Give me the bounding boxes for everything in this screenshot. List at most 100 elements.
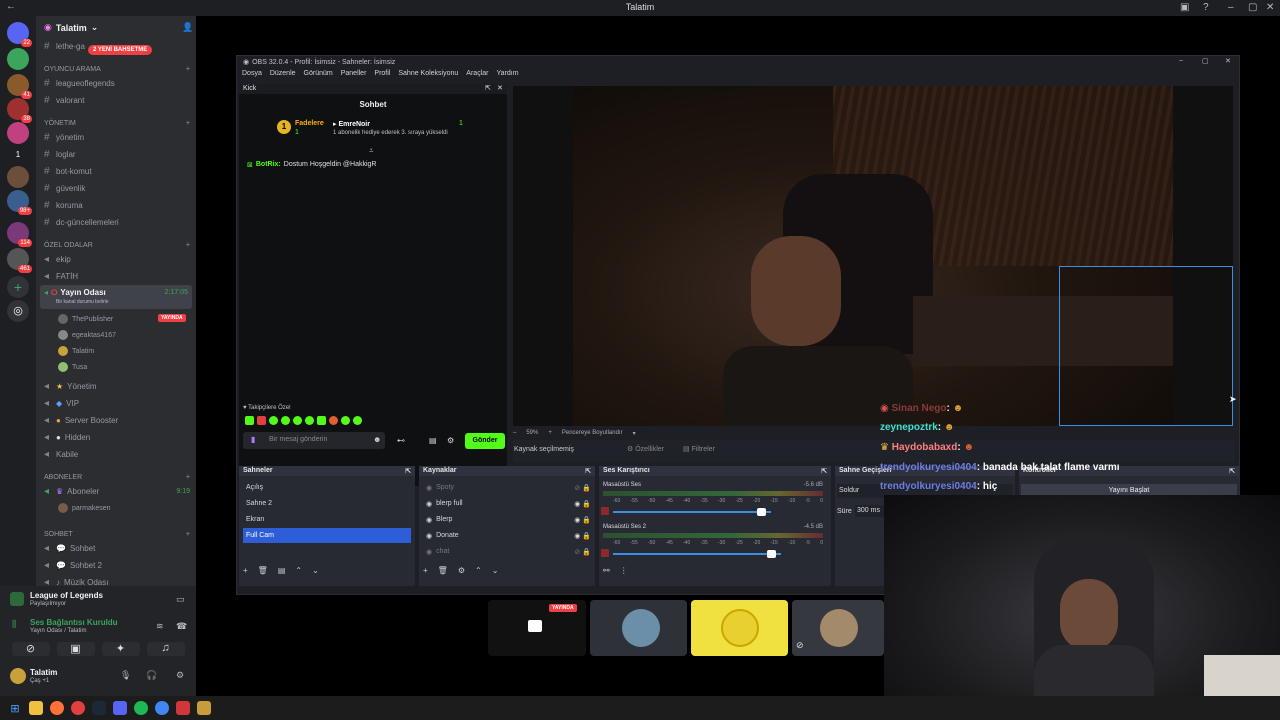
pinned-user[interactable]: ▸ EmreNoir	[333, 120, 370, 128]
file-explorer-icon[interactable]	[29, 701, 43, 715]
category-aboneler[interactable]: ABONELER +	[44, 474, 190, 481]
properties-button[interactable]: ⚙ Özellikler	[627, 445, 664, 453]
emote-icon[interactable]	[281, 416, 290, 425]
emote-icon[interactable]	[305, 416, 314, 425]
minimize-button[interactable]: –	[1179, 57, 1183, 64]
volume-slider[interactable]	[613, 553, 781, 555]
voice-channel-item[interactable]: ◂ 💬 Sohbet	[44, 540, 190, 556]
voice-channel-item[interactable]: ◂ Kabile	[44, 446, 190, 462]
avatar[interactable]	[10, 668, 26, 684]
emoji-icon[interactable]: ☻	[373, 435, 381, 444]
discord-home-icon[interactable]: 22	[7, 22, 32, 47]
category-oyuncu[interactable]: OYUNCU ARAMA +	[44, 66, 190, 73]
discord-icon[interactable]	[113, 701, 127, 715]
menu-scene-collection[interactable]: Sahne Koleksiyonu	[398, 70, 458, 82]
server-icon[interactable]	[7, 48, 29, 70]
voice-channel-item[interactable]: ◂ FATİH	[44, 268, 190, 284]
channel-item[interactable]: # güvenlik	[44, 180, 190, 196]
pinned-user[interactable]: Fadelere	[295, 120, 324, 127]
emote-icon[interactable]	[341, 416, 350, 425]
category-yonetim[interactable]: Yönetim +	[44, 120, 190, 127]
source-item[interactable]: ◉ chat ⊘ 🔒	[423, 544, 591, 559]
channel-item[interactable]: # loglar	[44, 146, 190, 162]
emote-icon[interactable]	[353, 416, 362, 425]
emote-icon[interactable]	[317, 416, 326, 425]
add-icon[interactable]: +	[423, 566, 428, 575]
voice-channel-item[interactable]: ◂ ● Server Booster	[44, 412, 190, 428]
emote-icon[interactable]	[245, 416, 254, 425]
source-item[interactable]: ◉ blerp full ◉ 🔒	[423, 496, 591, 511]
channel-item[interactable]: # koruma	[44, 197, 190, 213]
category-sohbet[interactable]: SOHBET +	[44, 531, 190, 538]
app-icon[interactable]	[176, 701, 190, 715]
steam-icon[interactable]	[92, 701, 106, 715]
scene-item[interactable]: Sahne 2	[243, 496, 411, 511]
scale-select[interactable]: Pencereye Boyutlandır	[562, 430, 623, 437]
close-button[interactable]: ✕	[1266, 2, 1274, 13]
chevron-down-icon[interactable]: ▾	[633, 430, 636, 437]
slider-handle[interactable]	[767, 550, 776, 558]
voice-user[interactable]: Tusa	[58, 362, 87, 372]
voice-channel-item[interactable]: ◂ ♪ Müzik Odası	[44, 574, 190, 587]
close-button[interactable]: ✕	[1225, 57, 1231, 65]
headphones-icon[interactable]: 🎧	[146, 670, 157, 681]
maximize-button[interactable]: ▢	[1202, 57, 1209, 65]
store-icon[interactable]: ▤	[429, 436, 437, 445]
source-item[interactable]: ◉ Donate ◉ 🔒	[423, 528, 591, 543]
voice-user[interactable]: Talatim	[58, 346, 94, 356]
league-icon[interactable]	[197, 701, 211, 715]
server-icon[interactable]: 1	[7, 144, 29, 166]
filters-button[interactable]: ▤ Filtreler	[683, 445, 715, 453]
voice-channel-item[interactable]: ◂ ekip	[44, 251, 190, 267]
stream-icon[interactable]: ▣	[56, 642, 95, 656]
gift-icon[interactable]: ⊷	[397, 436, 405, 445]
emote-icon[interactable]	[329, 416, 338, 425]
server-icon[interactable]: 41	[7, 74, 32, 99]
scene-item-selected[interactable]: Full Cam	[243, 528, 411, 543]
channel-item[interactable]: # leagueoflegends	[44, 75, 190, 91]
app-icon[interactable]	[71, 701, 85, 715]
chevron-down-icon[interactable]: ⌄	[312, 566, 319, 575]
minimize-button[interactable]: –	[1228, 2, 1234, 13]
menu-docks[interactable]: Paneller	[341, 70, 367, 82]
server-icon[interactable]: 114	[7, 222, 32, 247]
camera-off-icon[interactable]: ⊘	[11, 642, 50, 656]
zoom-in-icon[interactable]: +	[548, 430, 552, 437]
mute-icon[interactable]	[601, 507, 609, 515]
voice-channel-item[interactable]: ◂ ♛ Aboneler 9:19	[44, 483, 190, 499]
expand-icon[interactable]: ⩡	[369, 146, 374, 156]
voice-channel-item[interactable]: ◂ ★ Yönetim	[44, 378, 190, 394]
close-icon[interactable]: ✕	[497, 84, 503, 92]
server-icon[interactable]	[7, 166, 29, 188]
noise-icon[interactable]: ≋	[156, 621, 164, 632]
category-ozel[interactable]: Özel Odalar +	[44, 242, 190, 249]
channel-item[interactable]: # dc-güncellemeleri	[44, 214, 190, 230]
link-icon[interactable]: ⚯	[603, 566, 610, 575]
voice-user[interactable]: ThePublisher	[58, 314, 113, 324]
server-icon[interactable]: 38	[7, 98, 32, 123]
soundboard-icon[interactable]: ♫	[146, 642, 185, 656]
menu-file[interactable]: Dosya	[242, 70, 262, 82]
firefox-icon[interactable]	[50, 701, 64, 715]
activities-icon[interactable]: ✦	[101, 642, 140, 656]
voice-channel-item[interactable]: ◂ ◆ VIP	[44, 395, 190, 411]
settings-gear-icon[interactable]: ⚙	[176, 670, 184, 681]
chevron-up-icon[interactable]: ⌃	[295, 566, 302, 575]
voice-channel-item[interactable]: ◂ ● Hidden	[44, 429, 190, 445]
menu-dots-icon[interactable]: ⋮	[620, 566, 628, 575]
voice-channel-active[interactable]: ◂ ⭘ Yayın Odası 2:17:05 Bir kanal durumu b…	[40, 285, 192, 309]
chrome-icon[interactable]	[155, 701, 169, 715]
new-mentions-badge[interactable]: 2 YENİ BAHSETME	[88, 45, 153, 55]
gear-icon[interactable]: ⚙	[458, 566, 465, 575]
menu-help[interactable]: Yardım	[496, 70, 518, 82]
participant-tile[interactable]	[590, 600, 687, 656]
participant-tile[interactable]	[691, 600, 788, 656]
server-icon[interactable]: 98+	[7, 190, 32, 215]
server-icon[interactable]: 461	[7, 248, 32, 273]
participant-tile[interactable]: ⊘	[792, 600, 884, 656]
scene-item[interactable]: Açılış	[243, 480, 411, 495]
voice-channel-link[interactable]: Yayın Odası / Talatim	[30, 628, 86, 634]
channel-item[interactable]: # valorant	[44, 92, 190, 108]
channel-status[interactable]: Bir kanal durumu belirle	[56, 299, 109, 305]
source-item[interactable]: ◉ Blerp ◉ 🔒	[423, 512, 591, 527]
